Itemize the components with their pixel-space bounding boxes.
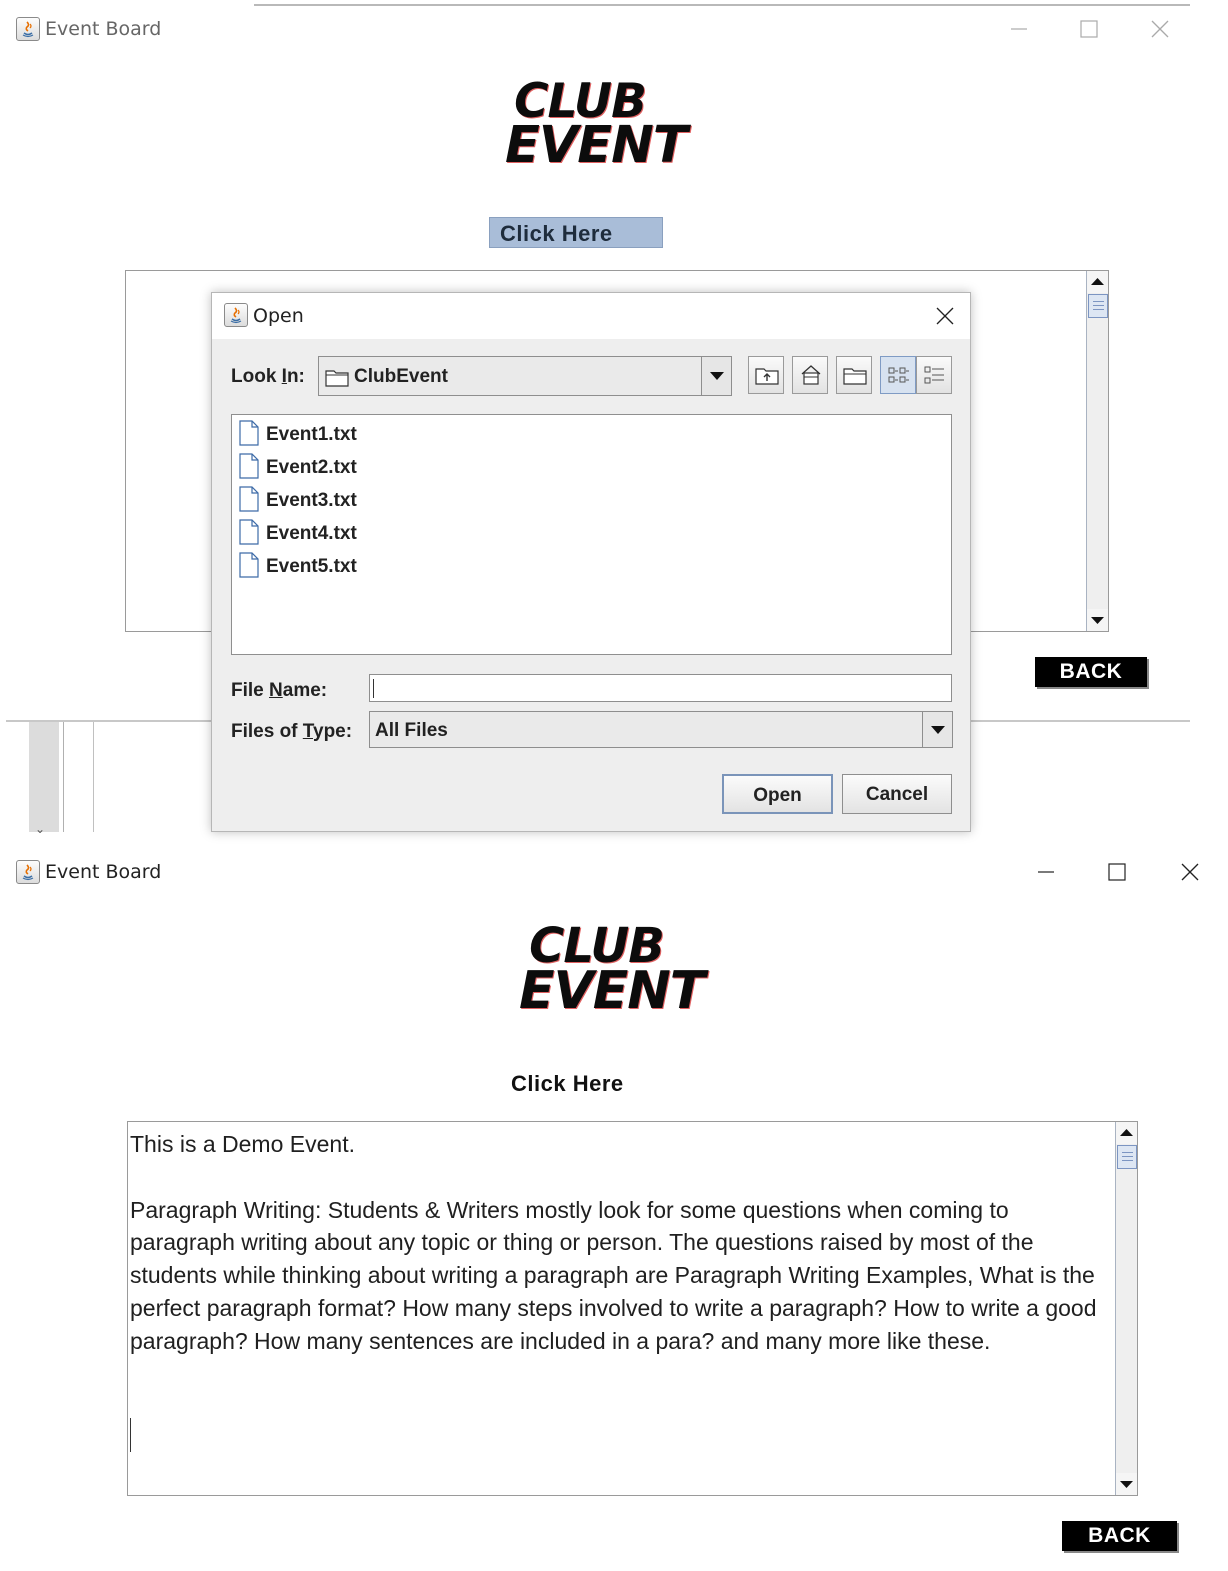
close-button[interactable] bbox=[1140, 14, 1180, 44]
scroll-thumb[interactable] bbox=[1088, 294, 1108, 318]
window-title: Event Board bbox=[45, 18, 162, 40]
open-file-dialog: Open Look In: ClubEvent Event1.txt Event… bbox=[211, 292, 971, 832]
scroll-down-arrow-icon[interactable] bbox=[1116, 1473, 1137, 1495]
java-app-icon bbox=[16, 17, 40, 41]
window-border bbox=[254, 4, 1190, 6]
minimize-button[interactable] bbox=[999, 14, 1039, 44]
file-name: Event5.txt bbox=[266, 556, 357, 577]
file-name-input[interactable] bbox=[369, 674, 952, 702]
background-divider bbox=[93, 722, 94, 832]
scroll-up-arrow-icon[interactable] bbox=[1087, 271, 1108, 293]
folder-icon bbox=[325, 370, 349, 387]
details-view-icon bbox=[924, 366, 944, 384]
chevron-down-icon bbox=[931, 726, 945, 734]
vertical-scrollbar[interactable] bbox=[1115, 1122, 1137, 1495]
scroll-down-arrow-icon[interactable] bbox=[1087, 609, 1108, 631]
cancel-button[interactable]: Cancel bbox=[842, 774, 952, 814]
new-folder-icon bbox=[843, 368, 867, 385]
file-icon bbox=[239, 552, 259, 578]
home-icon bbox=[801, 365, 821, 385]
file-list[interactable]: Event1.txt Event2.txt Event3.txt Event4.… bbox=[231, 414, 952, 655]
up-folder-button[interactable] bbox=[748, 356, 784, 394]
club-event-logo: CLUB EVENT bbox=[505, 78, 688, 176]
chevron-down-icon: ⌄ bbox=[35, 822, 46, 836]
details-view-button[interactable] bbox=[916, 356, 952, 394]
look-in-label: Look In: bbox=[231, 366, 305, 387]
event-text-area[interactable]: This is a Demo Event. Paragraph Writing:… bbox=[127, 1121, 1138, 1496]
dialog-title: Open bbox=[253, 305, 304, 327]
maximize-button[interactable] bbox=[1097, 857, 1137, 887]
back-button[interactable]: BACK bbox=[1062, 1521, 1177, 1551]
click-here-button[interactable]: Click Here bbox=[489, 217, 663, 248]
java-app-icon bbox=[224, 303, 248, 327]
dialog-title-bar bbox=[212, 293, 970, 339]
look-in-dropdown-arrow[interactable] bbox=[701, 357, 731, 395]
files-of-type-label: Files of Type: bbox=[231, 721, 353, 742]
new-folder-button[interactable] bbox=[836, 356, 872, 394]
background-divider bbox=[63, 722, 64, 832]
up-folder-icon bbox=[755, 368, 779, 385]
close-button[interactable] bbox=[1170, 857, 1210, 887]
scroll-up-arrow-icon[interactable] bbox=[1116, 1122, 1137, 1144]
file-icon bbox=[239, 420, 259, 446]
file-name: Event3.txt bbox=[266, 490, 357, 511]
file-name: Event1.txt bbox=[266, 424, 357, 445]
club-event-logo: CLUB EVENT bbox=[519, 922, 705, 1022]
vertical-scrollbar[interactable] bbox=[1086, 271, 1108, 631]
maximize-button[interactable] bbox=[1069, 14, 1109, 44]
click-here-button[interactable]: Click Here bbox=[511, 1071, 624, 1097]
text-caret bbox=[373, 679, 374, 698]
files-of-type-dropdown-arrow[interactable] bbox=[922, 712, 952, 747]
background-panel bbox=[29, 722, 59, 832]
look-in-value: ClubEvent bbox=[354, 366, 448, 387]
logo-line-2: EVENT bbox=[519, 961, 705, 1022]
file-name-label: File Name: bbox=[231, 680, 328, 701]
file-name: Event2.txt bbox=[266, 457, 357, 478]
file-icon bbox=[239, 519, 259, 545]
files-of-type-combo[interactable]: All Files bbox=[369, 711, 953, 748]
event-content-text: This is a Demo Event. Paragraph Writing:… bbox=[130, 1131, 1097, 1354]
minimize-button[interactable] bbox=[1026, 857, 1066, 887]
file-icon bbox=[239, 486, 259, 512]
open-button[interactable]: Open bbox=[722, 774, 833, 814]
logo-line-2: EVENT bbox=[505, 116, 688, 176]
back-button[interactable]: BACK bbox=[1035, 657, 1147, 687]
scroll-thumb[interactable] bbox=[1117, 1145, 1137, 1169]
list-view-icon bbox=[888, 367, 909, 383]
file-icon bbox=[239, 453, 259, 479]
window-title: Event Board bbox=[45, 861, 162, 883]
home-button[interactable] bbox=[792, 356, 828, 394]
text-caret bbox=[130, 1418, 131, 1452]
chevron-down-icon bbox=[710, 372, 724, 380]
list-view-button[interactable] bbox=[880, 356, 916, 394]
files-of-type-value: All Files bbox=[375, 720, 448, 741]
look-in-combo[interactable]: ClubEvent bbox=[318, 356, 732, 396]
dialog-close-button[interactable] bbox=[925, 301, 965, 331]
file-name: Event4.txt bbox=[266, 523, 357, 544]
java-app-icon bbox=[16, 860, 40, 884]
